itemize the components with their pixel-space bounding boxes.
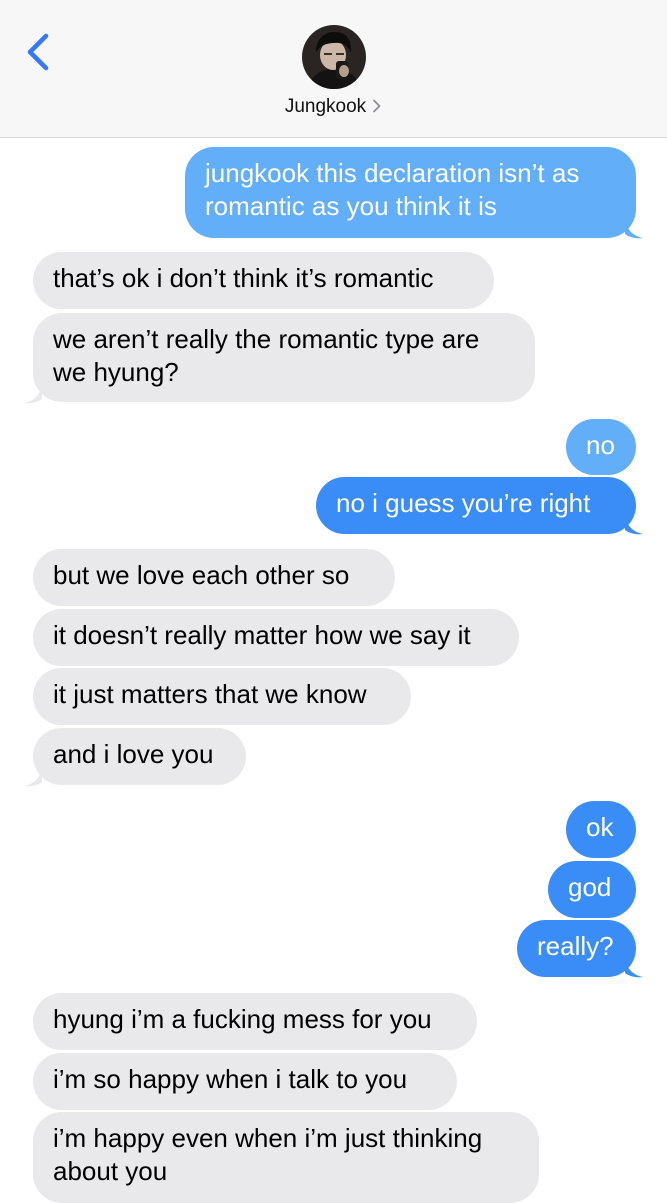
message-text: no i guess you’re right	[336, 488, 591, 518]
sent-message-bubble[interactable]: no	[566, 419, 636, 475]
message-text: jungkook this declaration isn’t as roman…	[205, 158, 580, 221]
sent-message-bubble[interactable]: god	[548, 861, 636, 918]
sent-bubble-tail	[625, 220, 643, 239]
message-text: and i love you	[53, 739, 214, 769]
message-text: god	[568, 872, 612, 902]
avatar-photo	[302, 25, 366, 89]
chevron-right-icon	[373, 99, 381, 113]
sent-message-bubble[interactable]: ok	[566, 801, 636, 858]
message-text: we aren’t really the romantic type are w…	[53, 324, 480, 387]
received-message-bubble[interactable]: hyung i’m a fucking mess for you	[33, 993, 477, 1050]
received-message-bubble[interactable]: it doesn’t really matter how we say it	[33, 609, 519, 666]
message-text: but we love each other so	[53, 560, 350, 590]
received-message-bubble[interactable]: and i love you	[33, 728, 246, 785]
received-message-bubble[interactable]: i’m so happy when i talk to you	[33, 1053, 457, 1110]
message-list[interactable]: jungkook this declaration isn’t as roman…	[0, 137, 667, 1203]
message-text: i’m so happy when i talk to you	[53, 1064, 408, 1094]
conversation-header: Jungkook	[0, 0, 667, 138]
back-button[interactable]	[22, 30, 56, 74]
received-message-bubble[interactable]: i’m happy even when i’m just thinking ab…	[33, 1112, 539, 1203]
received-message-bubble[interactable]: we aren’t really the romantic type are w…	[33, 313, 535, 402]
message-text: no	[586, 430, 615, 460]
received-message-bubble[interactable]: it just matters that we know	[33, 668, 411, 725]
received-bubble-tail	[24, 768, 42, 787]
chevron-left-icon	[27, 33, 49, 71]
sent-message-bubble[interactable]: jungkook this declaration isn’t as roman…	[185, 147, 636, 238]
message-text: really?	[537, 931, 614, 961]
message-text: it just matters that we know	[53, 679, 367, 709]
message-text: hyung i’m a fucking mess for you	[53, 1004, 432, 1034]
sent-bubble-tail	[625, 959, 643, 978]
message-text: ok	[586, 812, 614, 842]
contact-name: Jungkook	[284, 96, 367, 117]
received-bubble-tail	[24, 385, 42, 404]
received-message-bubble[interactable]: but we love each other so	[33, 549, 395, 606]
sent-message-bubble[interactable]: no i guess you’re right	[316, 477, 636, 534]
message-text: it doesn’t really matter how we say it	[53, 620, 471, 650]
sent-bubble-tail	[625, 516, 643, 535]
message-text: i’m happy even when i’m just thinking ab…	[53, 1123, 483, 1186]
contact-avatar[interactable]	[302, 25, 366, 89]
sent-message-bubble[interactable]: really?	[517, 920, 636, 977]
contact-name-button[interactable]: Jungkook	[0, 96, 667, 118]
message-text: that’s ok i don’t think it’s romantic	[53, 263, 434, 293]
received-message-bubble[interactable]: that’s ok i don’t think it’s romantic	[33, 252, 494, 309]
